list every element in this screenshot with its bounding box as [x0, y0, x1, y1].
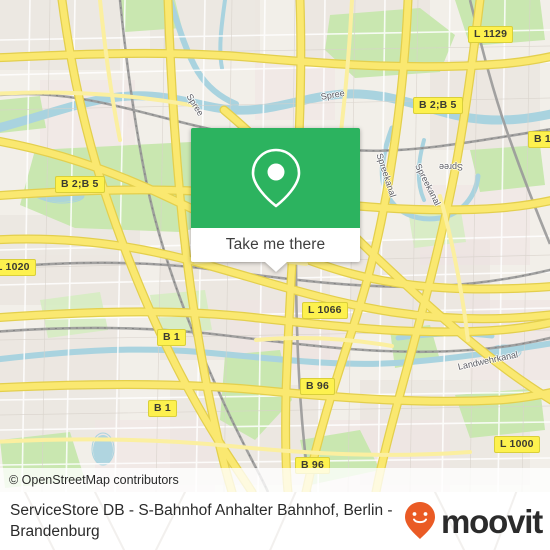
road-shield: B 1 [528, 131, 550, 148]
road-shield: L 1000 [494, 436, 540, 453]
road-shield: B 1 [157, 329, 186, 346]
location-popup[interactable]: Take me there [191, 128, 360, 272]
map-pin-icon [251, 148, 300, 208]
attribution-text[interactable]: © OpenStreetMap contributors [0, 473, 179, 487]
moovit-pin-smile-icon [405, 502, 436, 539]
popup-body[interactable]: Take me there [191, 228, 360, 272]
popup-header [191, 128, 360, 228]
page-title: ServiceStore DB - S-Bahnhof Anhalter Bah… [10, 502, 393, 540]
moovit-wordmark: moovit [441, 502, 543, 540]
footer-bar: ServiceStore DB - S-Bahnhof Anhalter Bah… [0, 492, 550, 550]
map-page: Spree Spree Spreekanal Spreekanal Spree … [0, 0, 550, 550]
road-shield: B 1 [148, 400, 177, 417]
moovit-logo[interactable]: moovit [403, 501, 543, 541]
road-shield: B 96 [300, 378, 335, 395]
road-shield: L 1129 [468, 26, 514, 43]
road-shield: B 2;B 5 [413, 97, 463, 114]
road-shield: L 1066 [302, 302, 348, 319]
take-me-there-label: Take me there [225, 236, 326, 253]
map-attribution: © OpenStreetMap contributors [0, 468, 550, 492]
popup-tail [264, 262, 287, 272]
road-shield: L 1020 [0, 259, 36, 276]
water-label: Spree [438, 162, 463, 172]
road-shield: B 2;B 5 [55, 176, 105, 193]
